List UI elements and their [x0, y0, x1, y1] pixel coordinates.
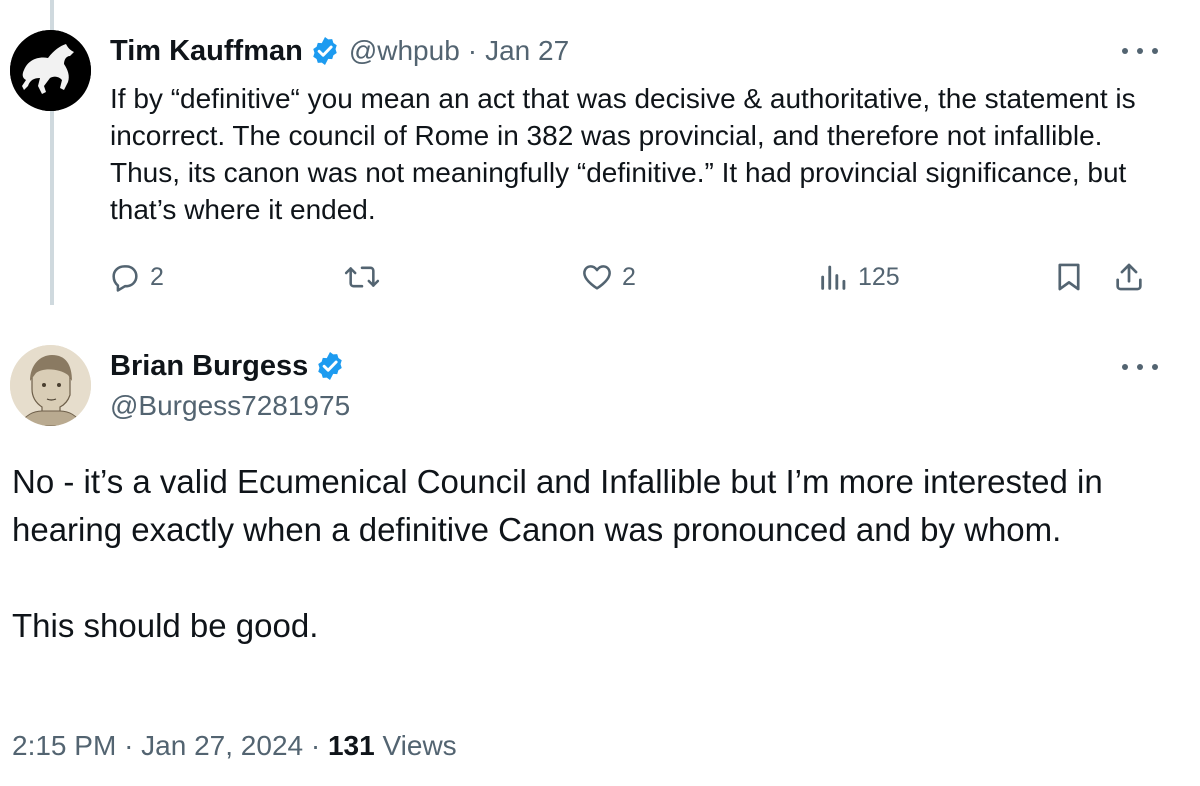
meta-separator: ·: [124, 730, 134, 761]
tweet-full-date[interactable]: Jan 27, 2024: [141, 730, 303, 761]
views-button[interactable]: 125: [818, 260, 900, 294]
bookmark-button[interactable]: [1052, 260, 1086, 294]
verified-badge-icon: [318, 352, 342, 380]
bookmark-icon: [1058, 263, 1080, 291]
like-count: 2: [622, 262, 636, 291]
avatar-brian-burgess[interactable]: [10, 345, 91, 426]
meta-separator: ·: [467, 35, 478, 66]
views-icon: [821, 265, 846, 290]
more-icon[interactable]: [1120, 40, 1160, 60]
author-name[interactable]: Tim Kauffman: [110, 35, 303, 68]
horse-avatar-image: [10, 30, 91, 111]
retweet-icon: [344, 266, 380, 288]
sketch-portrait-avatar-image: [10, 345, 91, 426]
like-icon: [583, 265, 611, 290]
views-label: Views: [382, 730, 457, 761]
tweet-time[interactable]: 2:15 PM: [12, 730, 116, 761]
like-button[interactable]: 2: [580, 260, 636, 294]
meta-separator: ·: [310, 730, 321, 761]
author-handle[interactable]: @Burgess7281975: [110, 390, 350, 422]
tweet-date[interactable]: Jan 27: [485, 35, 569, 67]
tweet1-header: Tim Kauffman @whpub · Jan 27: [110, 33, 569, 69]
share-button[interactable]: [1112, 260, 1146, 294]
tweet2-header: Brian Burgess: [110, 348, 354, 384]
verified-badge-icon: [313, 37, 337, 65]
tweet2-paragraph: No - it’s a valid Ecumenical Council and…: [12, 463, 1103, 548]
author-handle[interactable]: @whpub: [349, 35, 460, 67]
avatar-tim-kauffman[interactable]: [10, 30, 91, 111]
tweet2-paragraph: This should be good.: [12, 607, 319, 644]
views-count[interactable]: 131: [328, 730, 375, 761]
tweet2-timestamp-row: 2:15 PM · Jan 27, 2024 · 131 Views: [12, 730, 457, 762]
retweet-button[interactable]: [343, 260, 381, 294]
views-count: 125: [858, 262, 900, 291]
tweet1-action-bar: 2 2 125: [0, 260, 1200, 300]
author-name[interactable]: Brian Burgess: [110, 350, 308, 383]
more-icon[interactable]: [1120, 356, 1160, 376]
reply-count: 2: [150, 262, 164, 291]
tweet1-text: If by “definitive“ you mean an act that …: [110, 83, 1136, 225]
share-icon: [1116, 263, 1142, 291]
reply-icon: [112, 265, 138, 292]
tweet2-text: No - it’s a valid Ecumenical Council and…: [12, 458, 1172, 650]
reply-button[interactable]: 2: [108, 260, 164, 294]
